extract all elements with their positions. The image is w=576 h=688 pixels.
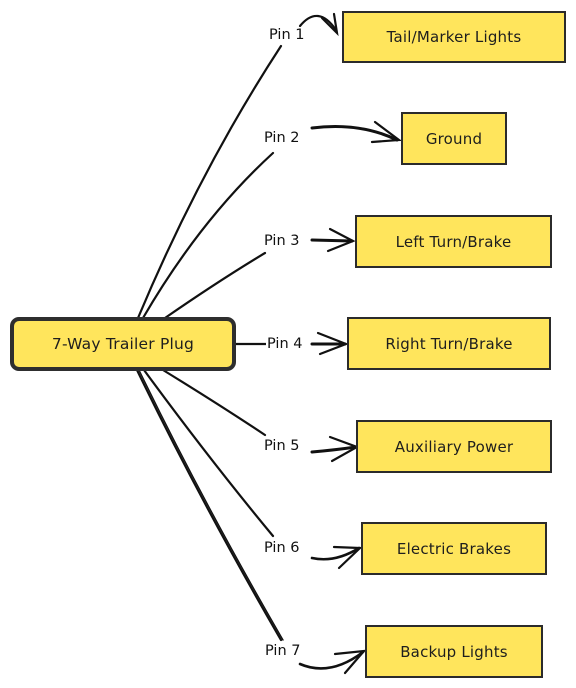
function-node-label: Left Turn/Brake [395,232,512,251]
function-node-left-turn-brake[interactable]: Left Turn/Brake [355,215,552,268]
function-node-label: Backup Lights [400,642,508,661]
pin-label-6: Pin 6 [263,540,301,556]
function-node-label: Ground [425,129,483,148]
function-node-label: Electric Brakes [396,539,512,558]
function-node-auxiliary-power[interactable]: Auxiliary Power [356,420,552,473]
edge-root-pin2 [141,151,275,320]
pin-label-2: Pin 2 [263,130,301,146]
arrow-pin7 [298,650,365,670]
function-node-tail-marker-lights[interactable]: Tail/Marker Lights [342,11,566,63]
function-node-electric-brakes[interactable]: Electric Brakes [361,522,547,575]
root-node-7-way-trailer-plug[interactable]: 7-Way Trailer Plug [10,317,236,371]
function-node-backup-lights[interactable]: Backup Lights [365,625,543,678]
arrow-pin3 [310,238,354,243]
pin-label-1: Pin 1 [268,27,306,43]
edge-root-pin5 [161,368,267,437]
function-node-right-turn-brake[interactable]: Right Turn/Brake [347,317,551,370]
pin-label-4: Pin 4 [266,336,304,352]
function-node-label: Tail/Marker Lights [386,28,522,46]
pin-label-7: Pin 7 [264,643,302,659]
function-node-ground[interactable]: Ground [401,112,507,165]
edge-root-pin3 [163,251,267,320]
pin-label-5: Pin 5 [263,438,301,454]
edge-root-pin7-b [138,369,284,641]
function-node-label: Right Turn/Brake [385,334,513,353]
arrow-pin6 [310,546,361,561]
root-node-label: 7-Way Trailer Plug [51,335,195,353]
pin-label-3: Pin 3 [263,233,301,249]
function-node-label: Auxiliary Power [394,437,514,456]
edge-root-pin1 [136,44,283,320]
